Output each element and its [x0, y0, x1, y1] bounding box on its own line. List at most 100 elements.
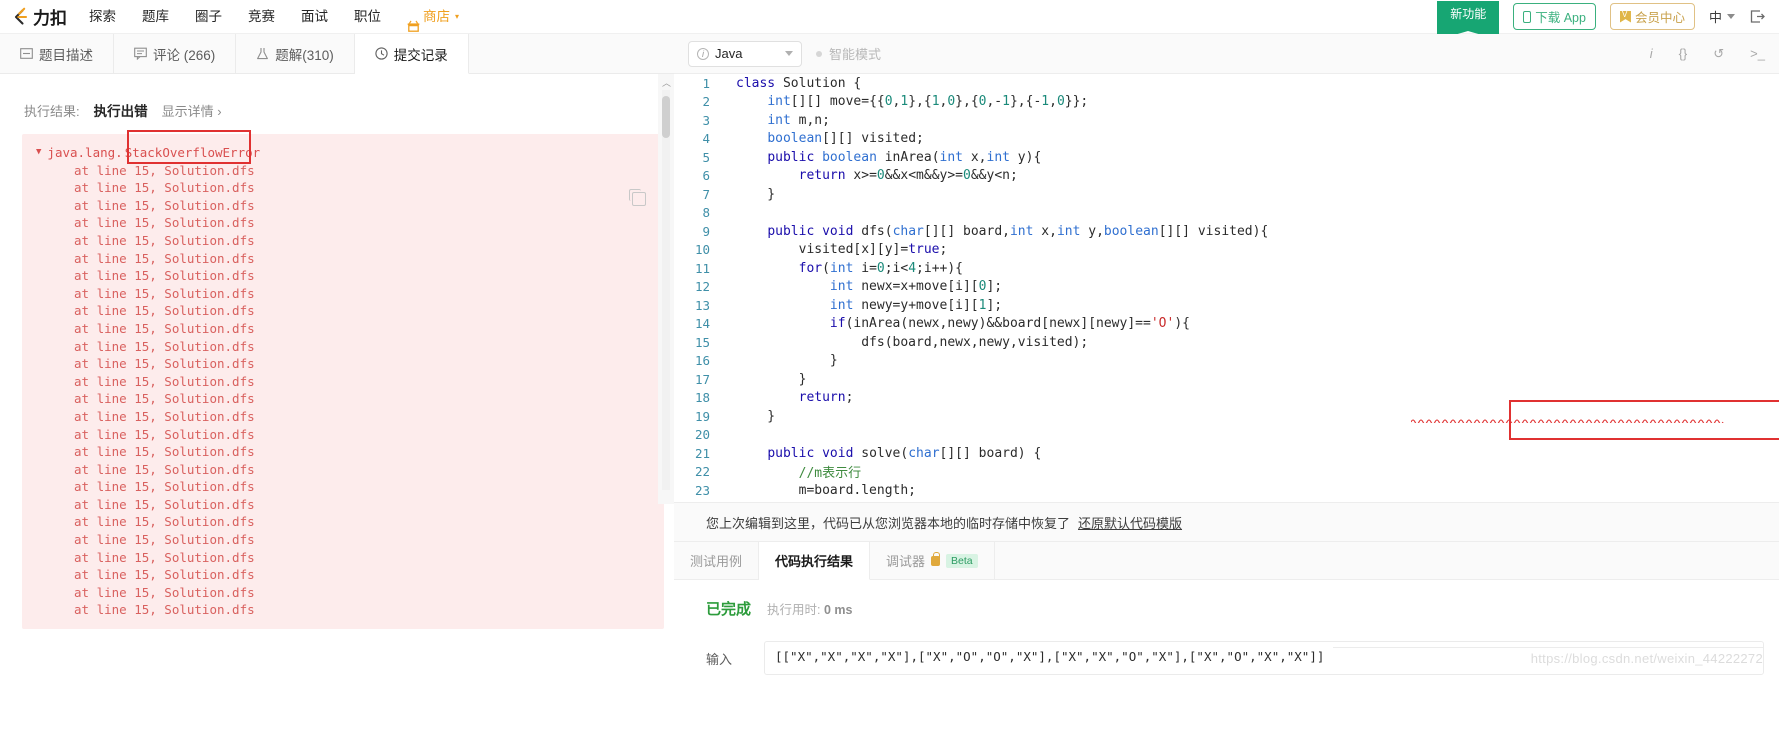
nav-problems[interactable]: 题库: [142, 0, 169, 34]
show-detail-link[interactable]: 显示详情 ›: [162, 101, 222, 120]
tab-solutions-label: 题解(310): [275, 47, 334, 63]
info-icon[interactable]: i: [1650, 46, 1653, 61]
code-line[interactable]: 21 public void solve(char[][] board) {: [674, 444, 1779, 463]
tab-exec-result[interactable]: 代码执行结果: [759, 542, 871, 580]
code-line[interactable]: 23 m=board.length;: [674, 481, 1779, 500]
scrollbar-thumb[interactable]: [662, 96, 670, 138]
top-nav-right-group: 新功能 下载 App 会员中心 中: [1437, 0, 1767, 40]
code-line[interactable]: 16 }: [674, 352, 1779, 371]
execution-time: 执行用时: 0 ms: [767, 599, 852, 618]
tab-description[interactable]: 题目描述: [0, 34, 114, 73]
format-braces-icon[interactable]: {}: [1679, 46, 1688, 61]
nav-circle[interactable]: 圈子: [195, 0, 222, 34]
code-line-text: }: [736, 408, 776, 424]
code-line[interactable]: 17 }: [674, 370, 1779, 389]
tab-solutions[interactable]: 题解(310): [236, 34, 355, 73]
nav-contest[interactable]: 竞赛: [248, 0, 275, 34]
code-line-text: boolean[][] visited;: [767, 131, 924, 147]
tab-comments[interactable]: 评论 (266): [114, 34, 237, 73]
code-line[interactable]: 10 visited[x][y]=true;: [674, 241, 1779, 260]
tab-submissions-label: 提交记录: [393, 47, 448, 63]
brand-logo[interactable]: 力扣: [10, 4, 67, 29]
scroll-up-arrow-icon[interactable]: ︿: [662, 76, 671, 89]
code-line[interactable]: 5 public boolean inArea(int x,int y){: [674, 148, 1779, 167]
comment-icon: [134, 47, 147, 61]
line-number: 10: [694, 242, 710, 258]
stacktrace-line: at line 15, Solution.dfs: [74, 496, 255, 512]
code-line[interactable]: 13 int newy=y+move[i][1];: [674, 296, 1779, 315]
code-line[interactable]: 18 return;: [674, 389, 1779, 408]
code-line-text: }: [736, 371, 807, 387]
nav-item-list: 探索 题库 圈子 竞赛 面试 职位 商店 ▾: [89, 0, 459, 34]
language-select[interactable]: i Java: [688, 40, 802, 67]
code-line[interactable]: 20: [674, 426, 1779, 445]
line-number: 15: [694, 334, 710, 350]
nav-interview[interactable]: 面试: [301, 0, 328, 34]
execution-time-label: 执行用时:: [767, 603, 821, 617]
editor-vertical-scrollbar[interactable]: ︿: [658, 74, 674, 504]
stacktrace-line: at line 15, Solution.dfs: [74, 584, 255, 600]
copy-icon[interactable]: [629, 189, 646, 206]
code-line[interactable]: 14 if(inArea(newx,newy)&&board[newx][new…: [674, 315, 1779, 334]
code-line[interactable]: 1 class Solution {: [674, 74, 1779, 93]
problem-tab-bar: 题目描述 评论 (266) 题解(310) 提交记录: [0, 34, 686, 74]
code-line[interactable]: 7 }: [674, 185, 1779, 204]
tab-debugger[interactable]: 调试器 Beta: [870, 542, 995, 579]
language-switcher[interactable]: 中: [1709, 7, 1735, 26]
code-line[interactable]: 15 dfs(board,newx,newy,visited);: [674, 333, 1779, 352]
code-line[interactable]: 2 int[][] move={{0,1},{1,0},{0,-1},{-1,0…: [674, 93, 1779, 112]
info-circle-icon: i: [697, 47, 709, 60]
download-app-button[interactable]: 下载 App: [1513, 3, 1596, 30]
vip-center-label: 会员中心: [1634, 11, 1685, 25]
code-line[interactable]: 4 boolean[][] visited;: [674, 130, 1779, 149]
watermark-text: https://blog.csdn.net/weixin_44222272: [1530, 651, 1763, 666]
stacktrace-line: at line 15, Solution.dfs: [74, 197, 255, 213]
restore-notice-text: 您上次编辑到这里，代码已从您浏览器本地的临时存储中恢复了: [706, 515, 1071, 531]
code-line[interactable]: 9 public void dfs(char[][] board,int x,i…: [674, 222, 1779, 241]
code-line[interactable]: 6 return x>=0&&x<m&&y>=0&&y<n;: [674, 167, 1779, 186]
code-line[interactable]: 8: [674, 204, 1779, 223]
line-number: 6: [702, 168, 710, 184]
code-line[interactable]: 19 }: [674, 407, 1779, 426]
smart-mode-toggle[interactable]: 智能模式: [816, 44, 881, 63]
nav-explore[interactable]: 探索: [89, 0, 116, 34]
console-icon[interactable]: >_: [1750, 46, 1765, 61]
code-line[interactable]: 12 int newx=x+move[i][0];: [674, 278, 1779, 297]
code-line[interactable]: 11 for(int i=0;i<4;i++){: [674, 259, 1779, 278]
phone-icon: [1523, 10, 1532, 23]
code-line-text: int[][] move={{0,1},{1,0},{0,-1},{-1,0}}…: [767, 94, 1089, 110]
nav-jobs[interactable]: 职位: [354, 0, 381, 34]
scrollbar-track[interactable]: [662, 90, 670, 490]
stacktrace-line: at line 15, Solution.dfs: [74, 549, 255, 565]
download-app-label: 下载 App: [1535, 11, 1586, 25]
chevron-down-icon: [785, 51, 793, 56]
restore-default-template-link[interactable]: 还原默认代码模版: [1078, 513, 1182, 532]
status-dot-icon: [816, 50, 822, 57]
code-line[interactable]: 3 int m,n;: [674, 111, 1779, 130]
reset-code-icon[interactable]: ↺: [1713, 46, 1724, 62]
stacktrace-line: at line 15, Solution.dfs: [74, 303, 255, 319]
expand-triangle-icon[interactable]: ▼: [36, 144, 41, 162]
code-line[interactable]: 22 //m表示行: [674, 463, 1779, 481]
vip-center-button[interactable]: 会员中心: [1609, 3, 1695, 30]
new-feature-ribbon[interactable]: 新功能: [1437, 0, 1500, 40]
line-number: 7: [702, 186, 710, 202]
tab-submissions[interactable]: 提交记录: [354, 34, 469, 74]
code-area[interactable]: 1 class Solution {2 int[][] move={{0,1},{…: [674, 74, 1779, 502]
line-number: 16: [694, 353, 710, 369]
code-line-text: m=board.length;: [736, 482, 917, 498]
tab-testcase[interactable]: 测试用例: [674, 542, 760, 579]
code-line-text: }: [736, 353, 838, 369]
stacktrace-line: at line 15, Solution.dfs: [74, 373, 255, 389]
code-line-text: int newx=x+move[i][0];: [829, 279, 1003, 295]
stacktrace-line: at line 15, Solution.dfs: [74, 461, 255, 477]
add-user-icon[interactable]: [1749, 9, 1767, 25]
nav-shop[interactable]: 商店 ▾: [407, 0, 459, 34]
chevron-down-icon: ▾: [455, 11, 460, 21]
stacktrace-line: at line 15, Solution.dfs: [74, 162, 255, 178]
stacktrace-line: at line 15, Solution.dfs: [74, 338, 255, 354]
line-number: 13: [694, 297, 710, 313]
line-number: 5: [702, 149, 710, 165]
error-header-row[interactable]: ▼ java.lang. StackOverflowError: [22, 130, 664, 164]
error-namespace: java.lang.: [47, 145, 123, 160]
